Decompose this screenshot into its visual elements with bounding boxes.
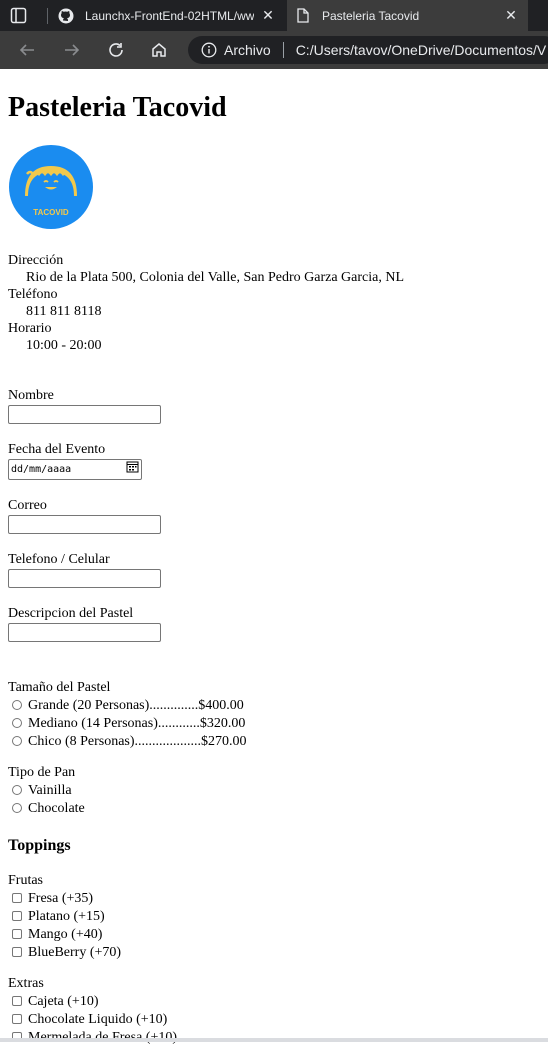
calendar-icon[interactable] <box>126 460 139 479</box>
frutas-group: Frutas Fresa (+35) Platano (+15) Mango (… <box>8 872 540 961</box>
info-term: Horario <box>8 321 52 336</box>
page-title: Pasteleria Tacovid <box>8 92 227 123</box>
logo-text: TACOVID <box>33 208 69 217</box>
nombre-label: Nombre <box>8 388 54 403</box>
size-option-label: Grande (20 Personas)..............$400.0… <box>28 697 244 713</box>
size-group: Tamaño del Pastel Grande (20 Personas)..… <box>8 679 540 750</box>
descripcion-field: Descripcion del Pastel <box>8 605 540 642</box>
tab-separator <box>47 8 48 24</box>
telefono-field: Telefono / Celular <box>8 551 540 588</box>
extras-label: Extras <box>8 976 44 991</box>
pan-group: Tipo de Pan Vainilla Chocolate <box>8 764 540 817</box>
descripcion-input[interactable] <box>8 623 161 642</box>
close-icon[interactable]: ✕ <box>503 7 519 24</box>
fecha-input[interactable]: dd/mm/aaaa <box>8 459 142 480</box>
fruta-label: Fresa (+35) <box>28 890 94 906</box>
tab-pasteleria[interactable]: Pasteleria Tacovid ✕ <box>287 0 528 31</box>
toppings-heading: Toppings <box>8 837 71 854</box>
info-term: Dirección <box>8 253 64 268</box>
url-text[interactable]: C:/Users/tavov/OneDrive/Documentos/V <box>296 42 547 58</box>
radio-button[interactable] <box>12 785 22 795</box>
pan-option-label: Vainilla <box>28 782 72 798</box>
fruta-option[interactable]: Fresa (+35) <box>8 889 540 907</box>
extra-option[interactable]: Cajeta (+10) <box>8 992 540 1010</box>
correo-input[interactable] <box>8 515 161 534</box>
size-option-label: Chico (8 Personas)...................$27… <box>28 733 247 749</box>
tab-title: Pasteleria Tacovid <box>322 8 420 23</box>
fecha-field: Fecha del Evento dd/mm/aaaa <box>8 441 540 480</box>
telefono-label: Telefono / Celular <box>8 552 110 567</box>
checkbox[interactable] <box>12 1014 22 1024</box>
tab-github[interactable]: Launchx-FrontEnd-02HTML/www ✕ <box>50 0 285 31</box>
frutas-label: Frutas <box>8 873 43 888</box>
descripcion-label: Descripcion del Pastel <box>8 606 134 621</box>
info-value: 811 811 8118 <box>26 304 102 319</box>
tab-actions-icon[interactable] <box>10 7 27 24</box>
extra-label: Chocolate Liquido (+10) <box>28 1011 168 1027</box>
back-arrow-icon[interactable] <box>17 40 37 60</box>
horizontal-scrollbar[interactable] <box>0 1038 548 1042</box>
home-icon[interactable] <box>149 40 169 60</box>
pan-option-label: Chocolate <box>28 800 85 816</box>
extra-label: Cajeta (+10) <box>28 993 99 1009</box>
size-option-label: Mediano (14 Personas)............$320.00 <box>28 715 246 731</box>
size-label: Tamaño del Pastel <box>8 680 111 695</box>
fruta-label: Platano (+15) <box>28 908 105 924</box>
size-option[interactable]: Grande (20 Personas)..............$400.0… <box>8 696 540 714</box>
extra-option[interactable]: Chocolate Liquido (+10) <box>8 1010 540 1028</box>
tab-title: Launchx-FrontEnd-02HTML/www <box>85 8 254 23</box>
close-icon[interactable]: ✕ <box>260 7 276 24</box>
fruta-label: Mango (+40) <box>28 926 103 942</box>
forward-arrow-icon[interactable] <box>62 40 82 60</box>
size-option[interactable]: Mediano (14 Personas)............$320.00 <box>8 714 540 732</box>
extra-option[interactable]: Mermelada de Fresa (+10) <box>8 1028 540 1046</box>
info-icon[interactable] <box>201 42 217 58</box>
security-label: Archivo <box>224 42 271 58</box>
fruta-label: BlueBerry (+70) <box>28 944 122 960</box>
info-term: Teléfono <box>8 287 58 302</box>
browser-toolbar: Archivo C:/Users/tavov/OneDrive/Document… <box>0 31 548 69</box>
fecha-placeholder: dd/mm/aaaa <box>11 464 72 475</box>
checkbox[interactable] <box>12 893 22 903</box>
radio-button[interactable] <box>12 718 22 728</box>
nombre-field: Nombre <box>8 387 540 424</box>
tacovid-logo: TACOVID <box>9 145 93 229</box>
browser-tab-bar: Launchx-FrontEnd-02HTML/www ✕ Pasteleria… <box>0 0 548 31</box>
radio-button[interactable] <box>12 700 22 710</box>
pan-option[interactable]: Vainilla <box>8 781 540 799</box>
pan-label: Tipo de Pan <box>8 765 76 780</box>
pan-option[interactable]: Chocolate <box>8 799 540 817</box>
size-option[interactable]: Chico (8 Personas)...................$27… <box>8 732 540 750</box>
fruta-option[interactable]: Mango (+40) <box>8 925 540 943</box>
extra-label: Mermelada de Fresa (+10) <box>28 1029 178 1045</box>
order-form: Nombre Fecha del Evento dd/mm/aaaa Corre… <box>8 387 540 1046</box>
fruta-option[interactable]: BlueBerry (+70) <box>8 943 540 961</box>
nombre-input[interactable] <box>8 405 161 424</box>
info-value: 10:00 - 20:00 <box>26 338 102 353</box>
fecha-label: Fecha del Evento <box>8 442 106 457</box>
checkbox[interactable] <box>12 947 22 957</box>
fruta-option[interactable]: Platano (+15) <box>8 907 540 925</box>
info-value: Rio de la Plata 500, Colonia del Valle, … <box>26 270 405 285</box>
document-icon <box>295 8 311 24</box>
correo-field: Correo <box>8 497 540 534</box>
divider <box>282 42 284 58</box>
reload-icon[interactable] <box>106 40 126 60</box>
extras-group: Extras Cajeta (+10) Chocolate Liquido (+… <box>8 975 540 1046</box>
github-icon <box>58 8 74 24</box>
address-bar[interactable]: Archivo C:/Users/tavov/OneDrive/Document… <box>188 36 548 64</box>
checkbox[interactable] <box>12 996 22 1006</box>
contact-info: Dirección Rio de la Plata 500, Colonia d… <box>8 252 540 354</box>
checkbox[interactable] <box>12 929 22 939</box>
page-content: Pasteleria Tacovid TACOVID Dirección Rio… <box>8 69 540 1060</box>
checkbox[interactable] <box>12 911 22 921</box>
radio-button[interactable] <box>12 803 22 813</box>
radio-button[interactable] <box>12 736 22 746</box>
telefono-input[interactable] <box>8 569 161 588</box>
correo-label: Correo <box>8 498 47 513</box>
